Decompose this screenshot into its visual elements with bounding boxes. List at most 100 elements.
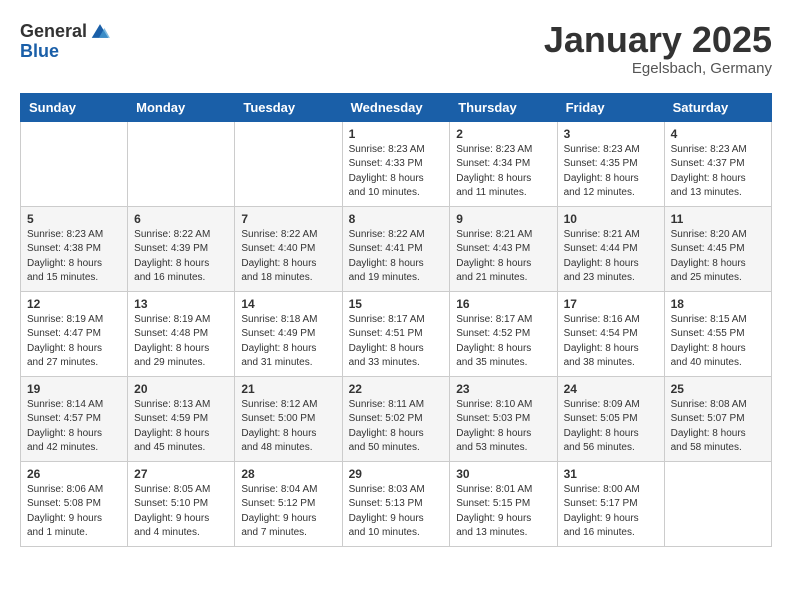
day-number: 3 <box>564 127 658 141</box>
day-info: Sunrise: 8:11 AM Sunset: 5:02 PM Dayligh… <box>349 398 444 456</box>
week-row-1: 1 Sunrise: 8:23 AM Sunset: 4:33 PM Daylig… <box>21 121 772 206</box>
day-number: 19 <box>27 382 121 396</box>
logo: General Blue <box>20 20 111 60</box>
day-number: 21 <box>241 382 335 396</box>
day-info: Sunrise: 8:01 AM Sunset: 5:15 PM Dayligh… <box>456 483 550 541</box>
header-day-thursday: Thursday <box>450 93 557 121</box>
empty-cell <box>664 461 771 546</box>
day-number: 6 <box>134 212 228 226</box>
day-cell-22: 22 Sunrise: 8:11 AM Sunset: 5:02 PM Dayli… <box>342 376 450 461</box>
day-info: Sunrise: 8:17 AM Sunset: 4:51 PM Dayligh… <box>349 313 444 371</box>
day-info: Sunrise: 8:18 AM Sunset: 4:49 PM Dayligh… <box>241 313 335 371</box>
day-number: 10 <box>564 212 658 226</box>
day-info: Sunrise: 8:16 AM Sunset: 4:54 PM Dayligh… <box>564 313 658 371</box>
title-block: January 2025 Egelsbach, Germany <box>544 20 772 77</box>
day-number: 7 <box>241 212 335 226</box>
day-number: 25 <box>671 382 765 396</box>
header-day-wednesday: Wednesday <box>342 93 450 121</box>
day-number: 9 <box>456 212 550 226</box>
day-cell-31: 31Sunrise: 8:00 AM Sunset: 5:17 PM Dayli… <box>557 461 664 546</box>
day-info: Sunrise: 8:03 AM Sunset: 5:13 PM Dayligh… <box>349 483 444 541</box>
day-cell-19: 19 Sunrise: 8:14 AM Sunset: 4:57 PM Dayli… <box>21 376 128 461</box>
day-cell-15: 15 Sunrise: 8:17 AM Sunset: 4:51 PM Dayli… <box>342 291 450 376</box>
day-number: 28 <box>241 467 335 481</box>
day-cell-6: 6Sunrise: 8:22 AM Sunset: 4:39 PM Daylig… <box>128 206 235 291</box>
header-row: SundayMondayTuesdayWednesdayThursdayFrid… <box>21 93 772 121</box>
calendar-header: SundayMondayTuesdayWednesdayThursdayFrid… <box>21 93 772 121</box>
logo-icon <box>89 20 111 42</box>
day-number: 23 <box>456 382 550 396</box>
day-number: 1 <box>349 127 444 141</box>
day-info: Sunrise: 8:19 AM Sunset: 4:47 PM Dayligh… <box>27 313 121 371</box>
day-cell-12: 12 Sunrise: 8:19 AM Sunset: 4:47 PM Dayli… <box>21 291 128 376</box>
day-info: Sunrise: 8:10 AM Sunset: 5:03 PM Dayligh… <box>456 398 550 456</box>
day-number: 30 <box>456 467 550 481</box>
day-cell-4: 4 Sunrise: 8:23 AM Sunset: 4:37 PM Daylig… <box>664 121 771 206</box>
header-day-tuesday: Tuesday <box>235 93 342 121</box>
day-info: Sunrise: 8:21 AM Sunset: 4:44 PM Dayligh… <box>564 228 658 286</box>
header-day-saturday: Saturday <box>664 93 771 121</box>
header-day-monday: Monday <box>128 93 235 121</box>
empty-cell <box>235 121 342 206</box>
day-cell-18: 18Sunrise: 8:15 AM Sunset: 4:55 PM Dayli… <box>664 291 771 376</box>
day-info: Sunrise: 8:22 AM Sunset: 4:40 PM Dayligh… <box>241 228 335 286</box>
day-cell-11: 11Sunrise: 8:20 AM Sunset: 4:45 PM Dayli… <box>664 206 771 291</box>
month-title: January 2025 <box>544 20 772 60</box>
day-number: 22 <box>349 382 444 396</box>
week-row-5: 26Sunrise: 8:06 AM Sunset: 5:08 PM Dayli… <box>21 461 772 546</box>
day-cell-25: 25 Sunrise: 8:08 AM Sunset: 5:07 PM Dayli… <box>664 376 771 461</box>
day-cell-2: 2Sunrise: 8:23 AM Sunset: 4:34 PM Daylig… <box>450 121 557 206</box>
empty-cell <box>21 121 128 206</box>
day-info: Sunrise: 8:08 AM Sunset: 5:07 PM Dayligh… <box>671 398 765 456</box>
calendar: SundayMondayTuesdayWednesdayThursdayFrid… <box>20 93 772 547</box>
day-cell-17: 17Sunrise: 8:16 AM Sunset: 4:54 PM Dayli… <box>557 291 664 376</box>
day-cell-8: 8Sunrise: 8:22 AM Sunset: 4:41 PM Daylig… <box>342 206 450 291</box>
day-number: 2 <box>456 127 550 141</box>
day-number: 20 <box>134 382 228 396</box>
week-row-3: 12 Sunrise: 8:19 AM Sunset: 4:47 PM Dayli… <box>21 291 772 376</box>
day-cell-20: 20Sunrise: 8:13 AM Sunset: 4:59 PM Dayli… <box>128 376 235 461</box>
header-day-sunday: Sunday <box>21 93 128 121</box>
day-info: Sunrise: 8:21 AM Sunset: 4:43 PM Dayligh… <box>456 228 550 286</box>
day-cell-29: 29Sunrise: 8:03 AM Sunset: 5:13 PM Dayli… <box>342 461 450 546</box>
day-number: 4 <box>671 127 765 141</box>
day-info: Sunrise: 8:14 AM Sunset: 4:57 PM Dayligh… <box>27 398 121 456</box>
week-row-2: 5Sunrise: 8:23 AM Sunset: 4:38 PM Daylig… <box>21 206 772 291</box>
day-cell-28: 28 Sunrise: 8:04 AM Sunset: 5:12 PM Dayli… <box>235 461 342 546</box>
day-number: 26 <box>27 467 121 481</box>
day-cell-13: 13 Sunrise: 8:19 AM Sunset: 4:48 PM Dayli… <box>128 291 235 376</box>
day-cell-16: 16 Sunrise: 8:17 AM Sunset: 4:52 PM Dayli… <box>450 291 557 376</box>
day-number: 14 <box>241 297 335 311</box>
day-info: Sunrise: 8:23 AM Sunset: 4:38 PM Dayligh… <box>27 228 121 286</box>
day-cell-30: 30 Sunrise: 8:01 AM Sunset: 5:15 PM Dayli… <box>450 461 557 546</box>
day-info: Sunrise: 8:17 AM Sunset: 4:52 PM Dayligh… <box>456 313 550 371</box>
day-number: 18 <box>671 297 765 311</box>
day-number: 15 <box>349 297 444 311</box>
day-number: 13 <box>134 297 228 311</box>
day-info: Sunrise: 8:23 AM Sunset: 4:33 PM Dayligh… <box>349 143 444 201</box>
day-info: Sunrise: 8:04 AM Sunset: 5:12 PM Dayligh… <box>241 483 335 541</box>
day-number: 12 <box>27 297 121 311</box>
day-info: Sunrise: 8:00 AM Sunset: 5:17 PM Dayligh… <box>564 483 658 541</box>
day-cell-26: 26Sunrise: 8:06 AM Sunset: 5:08 PM Dayli… <box>21 461 128 546</box>
location: Egelsbach, Germany <box>544 60 772 77</box>
day-number: 27 <box>134 467 228 481</box>
logo-general: General <box>20 22 87 40</box>
day-info: Sunrise: 8:12 AM Sunset: 5:00 PM Dayligh… <box>241 398 335 456</box>
day-cell-7: 7 Sunrise: 8:22 AM Sunset: 4:40 PM Daylig… <box>235 206 342 291</box>
day-cell-14: 14 Sunrise: 8:18 AM Sunset: 4:49 PM Dayli… <box>235 291 342 376</box>
day-cell-5: 5Sunrise: 8:23 AM Sunset: 4:38 PM Daylig… <box>21 206 128 291</box>
day-info: Sunrise: 8:23 AM Sunset: 4:35 PM Dayligh… <box>564 143 658 201</box>
header-day-friday: Friday <box>557 93 664 121</box>
day-number: 11 <box>671 212 765 226</box>
day-number: 16 <box>456 297 550 311</box>
day-cell-27: 27Sunrise: 8:05 AM Sunset: 5:10 PM Dayli… <box>128 461 235 546</box>
day-info: Sunrise: 8:22 AM Sunset: 4:41 PM Dayligh… <box>349 228 444 286</box>
day-cell-24: 24Sunrise: 8:09 AM Sunset: 5:05 PM Dayli… <box>557 376 664 461</box>
day-info: Sunrise: 8:23 AM Sunset: 4:37 PM Dayligh… <box>671 143 765 201</box>
week-row-4: 19 Sunrise: 8:14 AM Sunset: 4:57 PM Dayli… <box>21 376 772 461</box>
day-cell-3: 3 Sunrise: 8:23 AM Sunset: 4:35 PM Daylig… <box>557 121 664 206</box>
empty-cell <box>128 121 235 206</box>
day-info: Sunrise: 8:19 AM Sunset: 4:48 PM Dayligh… <box>134 313 228 371</box>
logo-blue: Blue <box>20 42 59 60</box>
